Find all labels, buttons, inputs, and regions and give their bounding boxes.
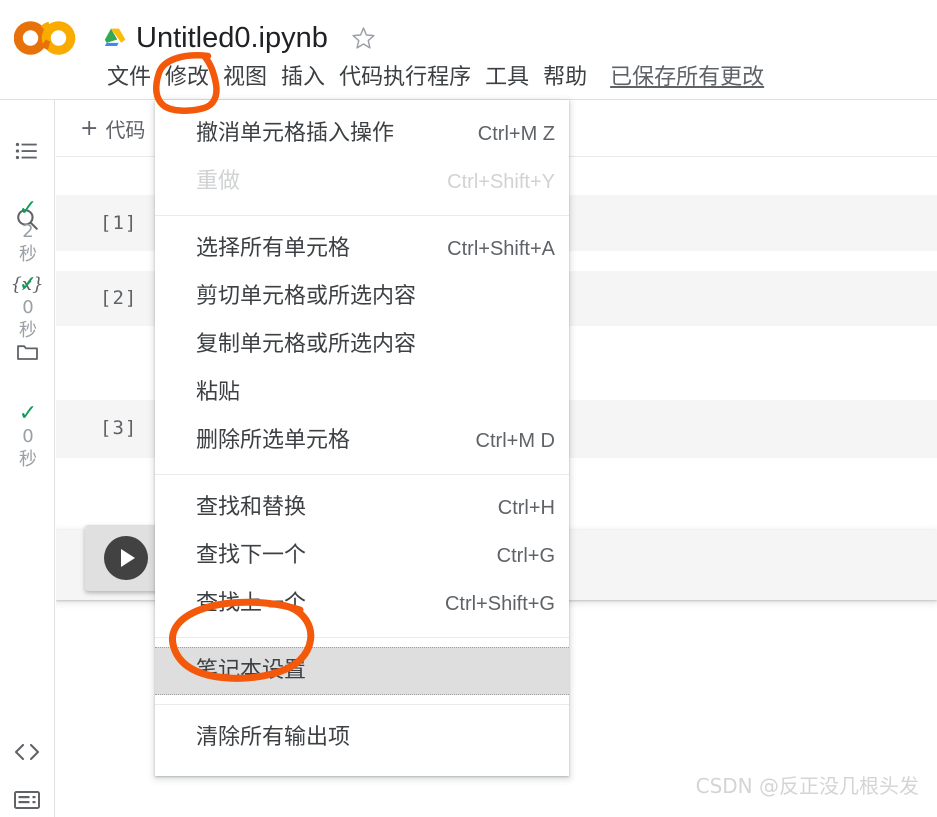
cell-duration-3: 0	[22, 426, 34, 447]
menu-view[interactable]: 视图	[216, 63, 274, 93]
menu-item-undo[interactable]: 撤消单元格插入操作 Ctrl+M Z	[155, 110, 569, 158]
menu-item-shortcut: Ctrl+Shift+Y	[447, 171, 555, 193]
add-code-cell-label: 代码	[105, 118, 146, 142]
menu-item-redo: 重做 Ctrl+Shift+Y	[155, 158, 569, 206]
menu-separator	[155, 637, 569, 638]
check-icon: ✓	[18, 196, 38, 221]
add-code-cell-button[interactable]: + 代码	[74, 112, 151, 145]
menu-item-label: 笔记本设置	[196, 658, 307, 683]
menu-edit[interactable]: 修改	[158, 63, 216, 93]
menu-file[interactable]: 文件	[100, 63, 158, 93]
menu-item-label: 清除所有输出项	[196, 725, 351, 750]
menu-item-shortcut: Ctrl+Shift+G	[444, 593, 555, 615]
menu-item-find-previous[interactable]: 查找上一个 Ctrl+Shift+G	[155, 580, 569, 628]
menu-item-label: 查找下一个	[196, 543, 307, 568]
menu-item-label: 复制单元格或所选内容	[196, 332, 417, 357]
menu-item-shortcut: Ctrl+M Z	[477, 123, 555, 145]
colab-logo[interactable]	[13, 18, 80, 58]
menu-item-delete-cells[interactable]: 删除所选单元格 Ctrl+M D	[155, 417, 569, 465]
cell-status-3: ✓ 0 秒	[0, 403, 56, 471]
menu-bar: 文件 修改 视图 插入 代码执行程序 工具 帮助 已保存所有更改	[100, 63, 764, 93]
cell-duration-2: 0	[22, 297, 34, 318]
star-icon[interactable]	[337, 26, 376, 51]
cell-duration-1: 2	[22, 221, 34, 242]
terminal-icon	[13, 789, 41, 811]
cell-execution-label-1: [1]	[100, 212, 138, 234]
cell-status-2: ✓ 0 秒	[0, 274, 56, 342]
plus-icon: +	[80, 115, 99, 141]
menu-item-shortcut: Ctrl+H	[497, 497, 555, 519]
menu-item-shortcut: Ctrl+Shift+A	[447, 238, 555, 260]
save-status[interactable]: 已保存所有更改	[610, 63, 764, 93]
sidebar-item-toc[interactable]	[0, 129, 54, 173]
menu-separator	[155, 215, 569, 216]
menu-tools[interactable]: 工具	[478, 63, 536, 93]
menu-separator	[155, 704, 569, 705]
cell-status-1: ✓ 2 秒	[0, 198, 56, 266]
menu-help[interactable]: 帮助	[536, 63, 594, 93]
colab-window: Untitled0.ipynb 文件 修改 视图 插入 代码执行程序 工具 帮助…	[0, 0, 937, 817]
menu-item-label: 粘贴	[196, 380, 241, 405]
menu-item-find-replace[interactable]: 查找和替换 Ctrl+H	[155, 484, 569, 532]
page-title: Untitled0.ipynb	[136, 22, 328, 54]
menu-item-cut[interactable]: 剪切单元格或所选内容	[155, 273, 569, 321]
play-icon	[104, 536, 148, 580]
cell-duration-unit-1: 秒	[19, 244, 37, 265]
menu-item-label: 剪切单元格或所选内容	[196, 284, 417, 309]
files-icon	[14, 340, 41, 364]
menu-item-label: 查找上一个	[196, 591, 307, 616]
menu-item-clear-all-outputs[interactable]: 清除所有输出项	[155, 714, 569, 762]
edit-menu-dropdown: 撤消单元格插入操作 Ctrl+M Z 重做 Ctrl+Shift+Y 选择所有单…	[155, 100, 569, 776]
code-snippets-icon	[13, 740, 41, 764]
menu-item-label: 选择所有单元格	[196, 236, 351, 261]
menu-item-shortcut: Ctrl+G	[496, 545, 555, 567]
menu-item-select-all-cells[interactable]: 选择所有单元格 Ctrl+Shift+A	[155, 225, 569, 273]
cell-execution-label-3: [3]	[100, 417, 138, 439]
notebook-title-row: Untitled0.ipynb	[103, 18, 376, 58]
menu-item-label: 查找和替换	[196, 495, 307, 520]
toc-icon	[14, 138, 40, 164]
menu-insert[interactable]: 插入	[274, 63, 332, 93]
menu-item-copy[interactable]: 复制单元格或所选内容	[155, 321, 569, 369]
csdn-watermark: CSDN @反正没几根头发	[695, 774, 919, 798]
check-icon: ✓	[18, 272, 38, 297]
menu-runtime[interactable]: 代码执行程序	[332, 63, 478, 93]
menu-item-paste[interactable]: 粘贴	[155, 369, 569, 417]
menu-separator	[155, 474, 569, 475]
sidebar-item-terminal[interactable]	[0, 778, 54, 817]
app-header: Untitled0.ipynb 文件 修改 视图 插入 代码执行程序 工具 帮助…	[0, 0, 937, 100]
cell-duration-unit-3: 秒	[19, 449, 37, 470]
cell-execution-label-2: [2]	[100, 287, 138, 309]
sidebar-item-code-snippets[interactable]	[0, 730, 54, 774]
drive-icon	[103, 27, 127, 49]
menu-item-label: 撤消单元格插入操作	[196, 121, 395, 146]
menu-item-notebook-settings[interactable]: 笔记本设置	[155, 647, 569, 695]
check-icon: ✓	[18, 401, 38, 426]
menu-item-label: 删除所选单元格	[196, 428, 351, 453]
menu-item-label: 重做	[196, 169, 241, 194]
menu-item-find-next[interactable]: 查找下一个 Ctrl+G	[155, 532, 569, 580]
menu-item-shortcut: Ctrl+M D	[475, 430, 555, 452]
cell-duration-unit-2: 秒	[19, 320, 37, 341]
